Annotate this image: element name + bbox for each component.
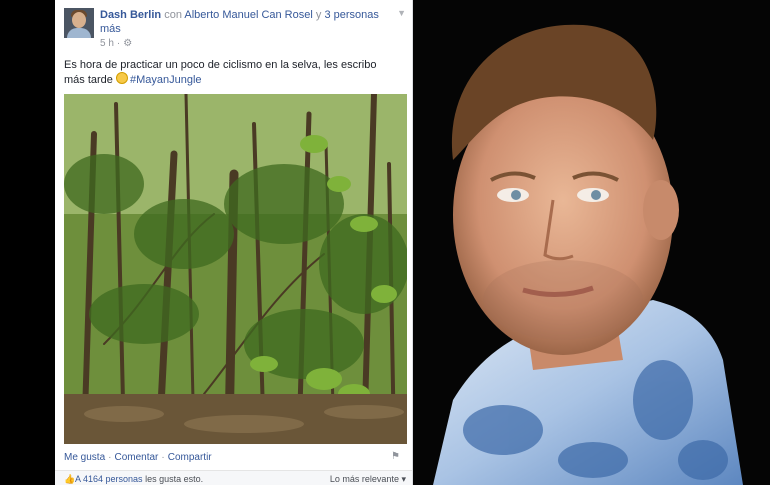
comment-button[interactable]: Comentar [114, 452, 158, 463]
post-meta: 5 h · ⚙ [100, 38, 133, 49]
likes-summary[interactable]: A 4164 personas les gusta esto. [75, 474, 203, 484]
post-text: Es hora de practicar un poco de ciclismo… [64, 59, 377, 86]
post-footer: 👍 A 4164 personas les gusta esto. Lo más… [55, 470, 412, 485]
tagged-person[interactable]: Alberto Manuel Can Rosel [184, 9, 312, 21]
flag-icon[interactable]: ⚑ [391, 451, 400, 462]
thumbs-up-icon: 👍 [64, 474, 76, 484]
jungle-photo[interactable] [64, 94, 407, 444]
sort-dropdown[interactable]: Lo más relevante ▾ [330, 474, 406, 485]
post-actions: Me gusta · Comentar · Compartir [64, 452, 212, 463]
gear-icon[interactable]: ⚙ [123, 38, 132, 49]
and-word: y [315, 9, 322, 21]
author-name[interactable]: Dash Berlin [100, 9, 161, 21]
smile-emoji-icon [115, 72, 128, 84]
facebook-post: Dash Berlin con Alberto Manuel Can Rosel… [55, 0, 413, 485]
like-button[interactable]: Me gusta [64, 452, 105, 463]
hashtag-link[interactable]: #MayanJungle [130, 74, 202, 86]
with-word: con [164, 9, 182, 21]
portrait-photo [413, 0, 770, 485]
post-header: Dash Berlin con Alberto Manuel Can Rosel… [100, 8, 390, 36]
avatar[interactable] [64, 8, 94, 38]
chevron-down-icon[interactable]: ▼ [397, 8, 406, 18]
share-button[interactable]: Compartir [168, 452, 212, 463]
post-time[interactable]: 5 h [100, 38, 114, 49]
